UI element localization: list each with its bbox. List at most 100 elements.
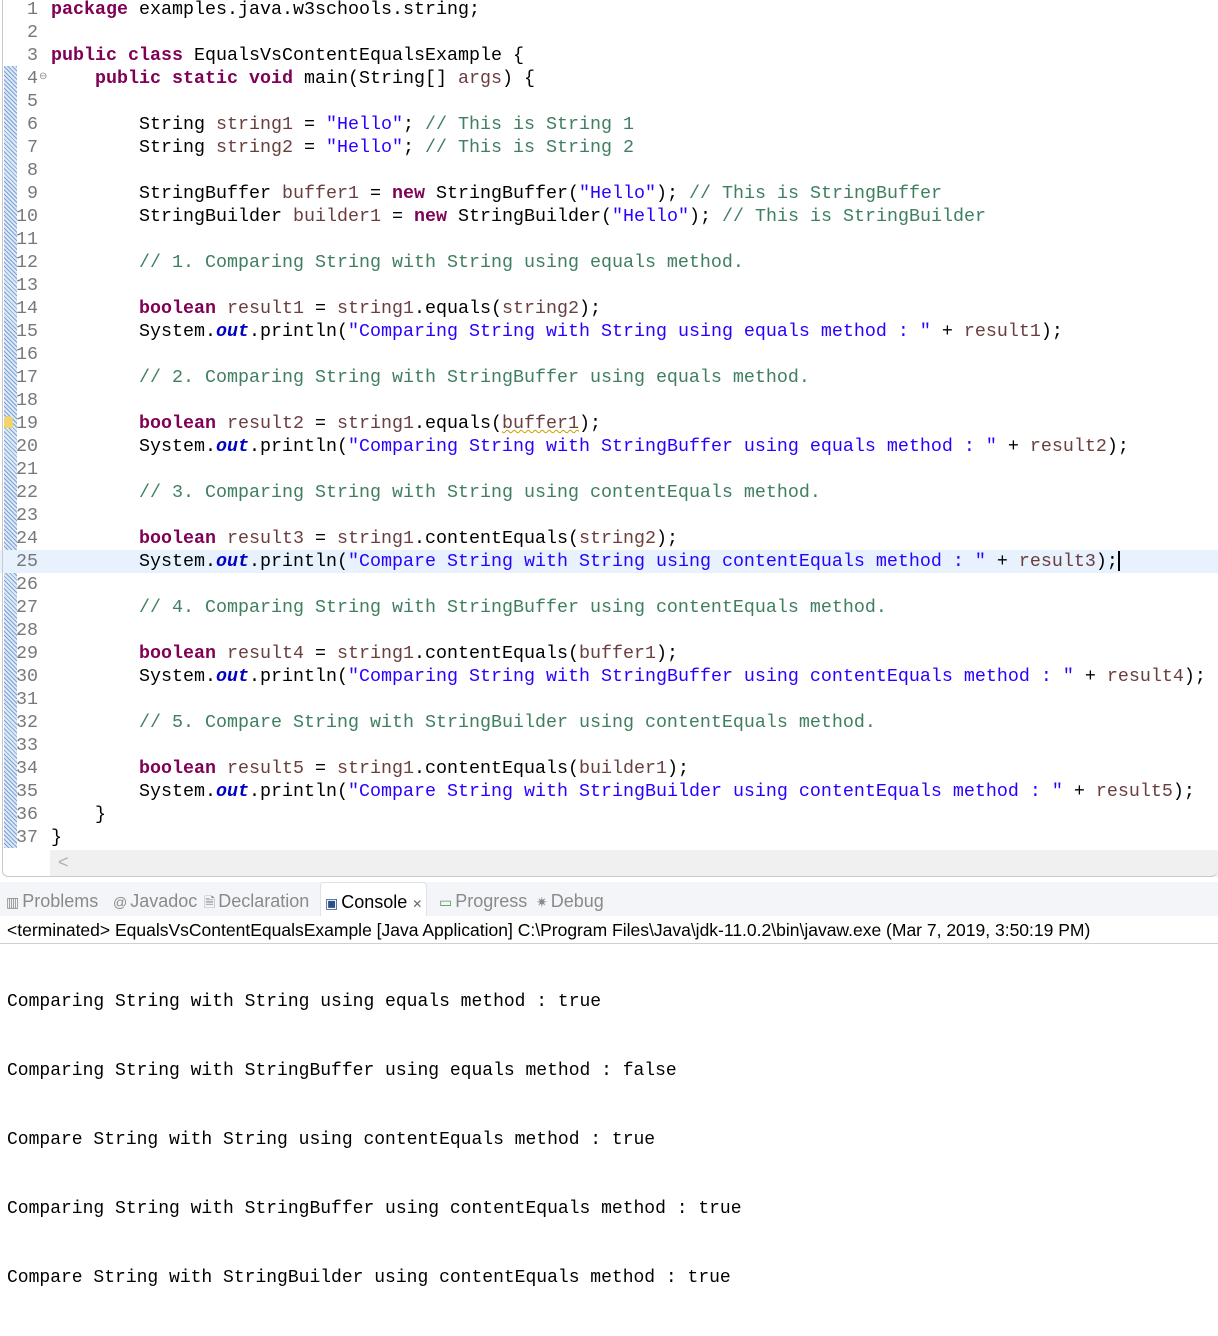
code-line[interactable]: 28 bbox=[0, 619, 1218, 642]
console-view[interactable]: <terminated> EqualsVsContentEqualsExampl… bbox=[0, 916, 1218, 1288]
keyword: new bbox=[391, 183, 425, 204]
code-text: System. bbox=[51, 666, 216, 687]
code-text: ); bbox=[1183, 666, 1206, 687]
code-line[interactable]: 34 boolean result5 = string1.contentEqua… bbox=[0, 757, 1218, 780]
tab-debug[interactable]: ✷ Debug bbox=[536, 882, 604, 916]
code-line[interactable]: 3 public class EqualsVsContentEqualsExamp… bbox=[0, 44, 1218, 67]
code-line[interactable]: 30 System.out.println("Comparing String … bbox=[0, 665, 1218, 688]
code-line[interactable]: 14 boolean result1 = string1.equals(stri… bbox=[0, 297, 1218, 320]
variable: result2 bbox=[1029, 436, 1107, 457]
code-text: = bbox=[292, 114, 326, 135]
console-output[interactable]: Comparing String with String using equal… bbox=[7, 945, 742, 1336]
horizontal-scrollbar[interactable]: < bbox=[50, 850, 1218, 877]
code-line[interactable]: 22 // 3. Comparing String with String us… bbox=[0, 481, 1218, 504]
code-line[interactable]: 8 bbox=[0, 159, 1218, 182]
code-line[interactable]: 1 package examples.java.w3schools.string; bbox=[0, 0, 1218, 21]
keyword: boolean bbox=[139, 643, 216, 664]
string-literal: "Hello" bbox=[325, 114, 403, 135]
code-text: = bbox=[292, 137, 326, 158]
code-line[interactable]: 17 // 2. Comparing String with StringBuf… bbox=[0, 366, 1218, 389]
code-line[interactable]: 32 // 5. Compare String with StringBuild… bbox=[0, 711, 1218, 734]
code-line[interactable]: 19 boolean result2 = string1.equals(buff… bbox=[0, 412, 1218, 435]
code-line[interactable]: 10 StringBuilder builder1 = new StringBu… bbox=[0, 205, 1218, 228]
line-code: package examples.java.w3schools.string; bbox=[51, 0, 480, 21]
code-line[interactable]: 31 bbox=[0, 688, 1218, 711]
code-line[interactable]: 36 } bbox=[0, 803, 1218, 826]
line-code: String string1 = "Hello"; // This is Str… bbox=[51, 113, 634, 136]
line-number: 14 bbox=[16, 298, 38, 319]
code-line[interactable]: 2 bbox=[0, 21, 1218, 44]
line-number: 23 bbox=[16, 505, 38, 526]
variable: string1 bbox=[215, 114, 293, 135]
code-line[interactable]: 26 bbox=[0, 573, 1218, 596]
code-line[interactable]: 9 StringBuffer buffer1 = new StringBuffe… bbox=[0, 182, 1218, 205]
variable: result5 bbox=[1095, 781, 1173, 802]
code-line[interactable]: 37} bbox=[0, 826, 1218, 849]
code-line[interactable]: 5 bbox=[0, 90, 1218, 113]
code-text: } bbox=[51, 827, 62, 848]
line-number: 31 bbox=[16, 689, 38, 710]
code-line[interactable]: 29 boolean result4 = string1.contentEqua… bbox=[0, 642, 1218, 665]
line-number: 7 bbox=[27, 137, 38, 158]
code-line[interactable]: 6 String string1 = "Hello"; // This is S… bbox=[0, 113, 1218, 136]
code-line[interactable]: 20 System.out.println("Comparing String … bbox=[0, 435, 1218, 458]
line-number: 22 bbox=[16, 482, 38, 503]
code-text: = bbox=[358, 183, 392, 204]
code-line[interactable]: 24 boolean result3 = string1.contentEqua… bbox=[0, 527, 1218, 550]
line-code: System.out.println("Comparing String wit… bbox=[51, 320, 1063, 343]
code-line[interactable]: 16 bbox=[0, 343, 1218, 366]
code-lines[interactable]: 1 package examples.java.w3schools.string;… bbox=[0, 0, 1218, 849]
tab-javadoc[interactable]: @ Javadoc bbox=[113, 882, 197, 916]
console-status: <terminated> EqualsVsContentEqualsExampl… bbox=[7, 920, 1091, 940]
code-text: ); bbox=[688, 206, 722, 227]
code-text: .println( bbox=[248, 666, 348, 687]
comment: // 5. Compare String with StringBuilder … bbox=[139, 712, 876, 733]
code-line[interactable]: 7 String string2 = "Hello"; // This is S… bbox=[0, 136, 1218, 159]
variable: string1 bbox=[337, 298, 414, 319]
variable: buffer1 bbox=[281, 183, 359, 204]
string-literal: "Compare String with StringBuilder using… bbox=[347, 781, 1063, 802]
scroll-left-icon[interactable]: < bbox=[58, 852, 69, 873]
code-line[interactable]: 13 bbox=[0, 274, 1218, 297]
tab-console[interactable]: ▣ Console ✕ bbox=[320, 882, 428, 917]
code-line[interactable]: 25 System.out.println("Compare String wi… bbox=[0, 550, 1218, 573]
code-text: .equals( bbox=[414, 298, 502, 319]
line-code: System.out.println("Comparing String wit… bbox=[51, 435, 1129, 458]
quick-fix-warning-icon[interactable] bbox=[4, 416, 13, 428]
code-text: ; bbox=[402, 137, 425, 158]
close-icon[interactable]: ✕ bbox=[412, 897, 422, 911]
code-line[interactable]: 21 bbox=[0, 458, 1218, 481]
code-line[interactable]: 33 bbox=[0, 734, 1218, 757]
code-text: System. bbox=[51, 551, 216, 572]
code-line[interactable]: 27 // 4. Comparing String with StringBuf… bbox=[0, 596, 1218, 619]
code-line[interactable]: 4 ⊖ public static void main(String[] args… bbox=[0, 67, 1218, 90]
code-text: .println( bbox=[248, 321, 348, 342]
code-line[interactable]: 23 bbox=[0, 504, 1218, 527]
code-text: = bbox=[304, 758, 337, 779]
code-line[interactable]: 35 System.out.println("Compare String wi… bbox=[0, 780, 1218, 803]
tab-problems[interactable]: ▥ Problems bbox=[6, 882, 98, 916]
string-literal: "Hello" bbox=[325, 137, 403, 158]
variable: result5 bbox=[227, 758, 304, 779]
line-code: // 4. Comparing String with StringBuffer… bbox=[51, 596, 887, 619]
code-line[interactable]: 12 // 1. Comparing String with String us… bbox=[0, 251, 1218, 274]
tab-declaration[interactable]: 🗎 Declaration bbox=[204, 882, 309, 916]
code-line[interactable]: 15 System.out.println("Comparing String … bbox=[0, 320, 1218, 343]
keyword: class bbox=[128, 45, 183, 66]
code-line[interactable]: 18 bbox=[0, 389, 1218, 412]
comment: // This is StringBuilder bbox=[721, 206, 986, 227]
code-editor[interactable]: 1 package examples.java.w3schools.string;… bbox=[0, 0, 1218, 877]
line-number: 3 bbox=[27, 45, 38, 66]
line-number: 2 bbox=[27, 22, 38, 43]
tab-progress[interactable]: ▭ Progress bbox=[439, 882, 527, 916]
string-literal: "Hello" bbox=[578, 183, 656, 204]
code-line[interactable]: 11 bbox=[0, 228, 1218, 251]
variable: builder1 bbox=[292, 206, 381, 227]
fold-toggle-icon[interactable]: ⊖ bbox=[39, 73, 47, 83]
code-text: ); bbox=[1095, 551, 1118, 572]
